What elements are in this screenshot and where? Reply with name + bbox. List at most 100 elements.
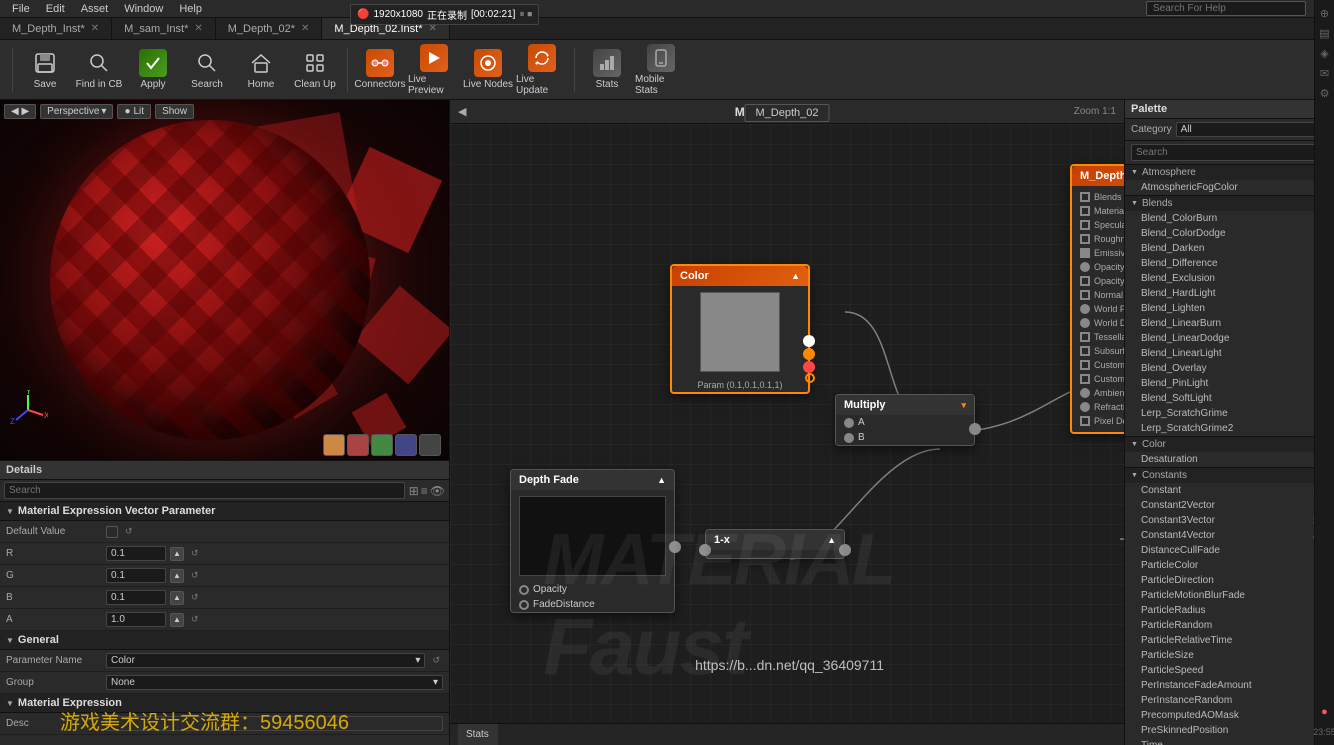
palette-item-distancecullfade[interactable]: DistanceCullFade [1125,543,1334,558]
depth-fade-node[interactable]: Depth Fade ▲ Opacity FadeDistance [510,469,675,613]
live-update-button[interactable]: Live Update [516,44,568,96]
menu-file[interactable]: File [4,3,38,15]
a-reset[interactable]: ↺ [188,613,202,626]
multiply-options[interactable]: ▾ [961,400,966,411]
viewport[interactable]: ◀ ▶ Perspective ▾ ● Lit Show [0,100,449,460]
search-button[interactable]: Search [181,44,233,96]
tab-close[interactable]: ✕ [301,23,309,34]
color-btn-5[interactable] [419,434,441,456]
palette-item-blend-lineardodge[interactable]: Blend_LinearDodge [1125,331,1334,346]
recording-controls[interactable]: ⏸ ⏹ [519,9,532,20]
depth-node-collapse[interactable]: ▲ [657,475,666,485]
details-search-input[interactable] [4,482,405,499]
r-spin[interactable]: ▲ [170,547,184,561]
live-nodes-button[interactable]: Live Nodes [462,44,514,96]
a-input[interactable] [106,612,166,627]
palette-item-blend-pinlight[interactable]: Blend_PinLight [1125,376,1334,391]
color-btn-1[interactable] [323,434,345,456]
eye-icon[interactable]: 👁 [430,484,445,498]
palette-item-blend-darken[interactable]: Blend_Darken [1125,241,1334,256]
palette-item-blend-overlay[interactable]: Blend_Overlay [1125,361,1334,376]
apply-button[interactable]: Apply [127,44,179,96]
side-icon-2[interactable]: ▤ [1316,24,1334,42]
section-general[interactable]: General [0,631,449,650]
list-view-icon[interactable]: ≡ [421,484,428,498]
stats-tab[interactable]: Stats [458,724,498,745]
save-button[interactable]: Save [19,44,71,96]
palette-item-blend-exclusion[interactable]: Blend_Exclusion [1125,271,1334,286]
palette-item-particledirection[interactable]: ParticleDirection [1125,573,1334,588]
g-spin[interactable]: ▲ [170,569,184,583]
palette-item-blend-colordodge[interactable]: Blend_ColorDodge [1125,226,1334,241]
palette-item-constant[interactable]: Constant 1 [1125,483,1334,498]
home-button[interactable]: Home [235,44,287,96]
palette-item-blend-hardlight[interactable]: Blend_HardLight [1125,286,1334,301]
palette-item-perinstancefadeamount[interactable]: PerInstanceFadeAmount [1125,678,1334,693]
g-input[interactable] [106,568,166,583]
lit-button[interactable]: ● Lit [117,104,151,119]
category-dropdown[interactable]: All ▾ [1176,122,1328,137]
palette-item-blend-linearburn[interactable]: Blend_LinearBurn [1125,316,1334,331]
palette-item-precomputedaomask[interactable]: PrecomputedAOMask [1125,708,1334,723]
atmosphere-group-header[interactable]: Atmosphere [1125,165,1334,180]
breadcrumb-arrow[interactable]: ◀ [458,105,466,118]
node-canvas[interactable]: Color ▲ Param (0.1,0.1,0.1,1) [450,124,1124,723]
palette-item-lerp-scratchgrime2[interactable]: Lerp_ScratchGrime2 [1125,421,1334,436]
side-icon-1[interactable]: ⊕ [1316,4,1334,22]
tab-mdepth-inst[interactable]: M_Depth_Inst* ✕ [0,18,112,39]
palette-search-input[interactable] [1131,144,1328,161]
color-node[interactable]: Color ▲ Param (0.1,0.1,0.1,1) [670,264,810,394]
node-editor[interactable]: ◀ M_Depth_02 Zoom 1:1 M_Depth_02 [450,100,1124,745]
one-minus-x-node[interactable]: 1-x ▲ [705,529,845,559]
g-reset[interactable]: ↺ [188,569,202,582]
side-icon-4[interactable]: ✉ [1316,64,1334,82]
palette-item-constant4vector[interactable]: Constant4Vector 4 [1125,528,1334,543]
tab-msam-inst[interactable]: M_sam_Inst* ✕ [112,18,216,39]
palette-item-atmosphericfogcolor[interactable]: AtmosphericFogColor [1125,180,1334,195]
tab-close[interactable]: ✕ [91,23,99,34]
palette-item-time[interactable]: Time [1125,738,1334,745]
palette-item-desaturation[interactable]: Desaturation [1125,452,1334,467]
b-reset[interactable]: ↺ [188,591,202,604]
palette-item-blend-colorburn[interactable]: Blend_ColorBurn [1125,211,1334,226]
show-button[interactable]: Show [155,104,194,119]
palette-item-blend-lighten[interactable]: Blend_Lighten [1125,301,1334,316]
palette-item-constant3vector[interactable]: Constant3Vector 3 [1125,513,1334,528]
side-icon-record[interactable]: ● [1316,703,1334,721]
group-dropdown[interactable]: None ▾ [106,675,443,690]
color-group-header[interactable]: Color [1125,437,1334,452]
multiply-node[interactable]: Multiply ▾ A B [835,394,975,446]
palette-item-particleradius[interactable]: ParticleRadius [1125,603,1334,618]
palette-item-preskinnedposition[interactable]: PreSkinnedPosition [1125,723,1334,738]
palette-item-particlerandom[interactable]: ParticleRandom [1125,618,1334,633]
palette-item-perinstancerandom[interactable]: PerInstanceRandom [1125,693,1334,708]
palette-item-blend-linearlight[interactable]: Blend_LinearLight [1125,346,1334,361]
color-btn-4[interactable] [395,434,417,456]
tab-mdepth02[interactable]: M_Depth_02* ✕ [216,18,323,39]
stats-button[interactable]: Stats [581,44,633,96]
side-icon-3[interactable]: ◈ [1316,44,1334,62]
menu-help[interactable]: Help [171,3,210,15]
palette-item-particlespeed[interactable]: ParticleSpeed [1125,663,1334,678]
material-output-node[interactable]: M_Depth_02 Blends Material Specular [1070,164,1124,434]
palette-item-particlerelativetime[interactable]: ParticleRelativeTime [1125,633,1334,648]
side-icon-5[interactable]: ⚙ [1316,84,1334,102]
cleanup-button[interactable]: Clean Up [289,44,341,96]
palette-item-constant2vector[interactable]: Constant2Vector [1125,498,1334,513]
help-search[interactable] [1146,1,1306,16]
tab-close[interactable]: ✕ [194,23,202,34]
live-preview-button[interactable]: Live Preview [408,44,460,96]
palette-item-lerp-scratchgrime[interactable]: Lerp_ScratchGrime [1125,406,1334,421]
connectors-button[interactable]: Connectors [354,44,406,96]
palette-item-particlecolor[interactable]: ParticleColor [1125,558,1334,573]
desc-input[interactable] [106,716,443,731]
section-material-expr[interactable]: Material Expression [0,694,449,713]
palette-item-blend-softlight[interactable]: Blend_SoftLight [1125,391,1334,406]
reset-default-btn[interactable]: ↺ [122,525,136,538]
mobile-stats-button[interactable]: Mobile Stats [635,44,687,96]
find-in-cb-button[interactable]: Find in CB [73,44,125,96]
r-reset[interactable]: ↺ [188,547,202,560]
param-reset[interactable]: ↺ [429,654,443,667]
constants-group-header[interactable]: Constants [1125,468,1334,483]
b-input[interactable] [106,590,166,605]
